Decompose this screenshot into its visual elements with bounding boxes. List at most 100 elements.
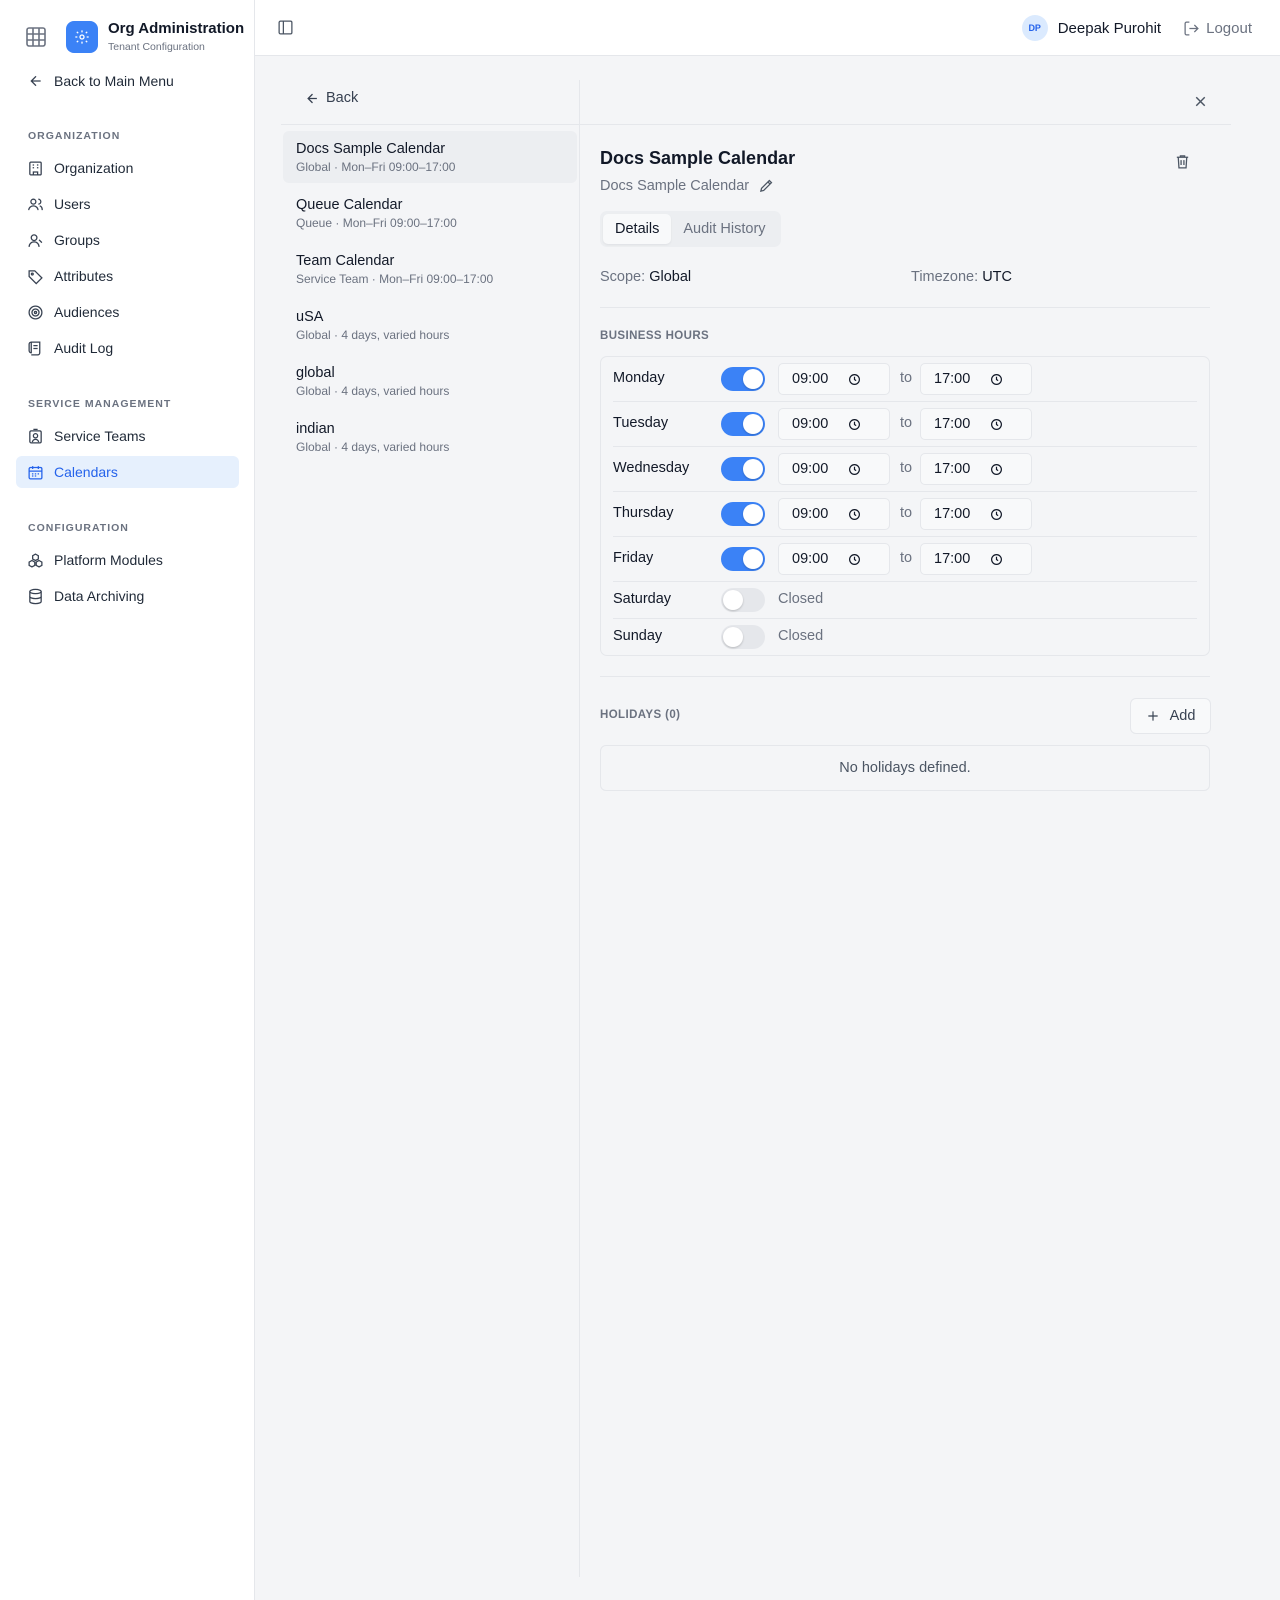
clock-icon xyxy=(991,419,1002,430)
divider xyxy=(600,307,1210,308)
clock-icon xyxy=(849,419,860,430)
sidebar-item-attributes[interactable]: Attributes xyxy=(16,260,239,292)
day-label: Tuesday xyxy=(613,415,669,431)
day-label: Wednesday xyxy=(613,460,690,476)
calendar-subtitle: Docs Sample Calendar xyxy=(600,177,775,194)
detail-tabs: Details Audit History xyxy=(600,211,781,247)
back-label: Back xyxy=(326,90,359,106)
calendar-title: Docs Sample Calendar xyxy=(600,148,796,168)
clock-icon xyxy=(991,509,1002,520)
clock-icon xyxy=(991,554,1002,565)
back-button[interactable]: Back xyxy=(305,90,358,106)
sidebar-item-audiences[interactable]: Audiences xyxy=(16,296,239,328)
end-time-value: 17:00 xyxy=(934,461,971,477)
start-time-input[interactable]: 09:00 xyxy=(778,498,890,530)
sidebar-item-label: Calendars xyxy=(54,464,118,480)
calendar-detail-column: Docs Sample Calendar Docs Sample Calenda… xyxy=(580,80,1231,1577)
sidebar-item-groups[interactable]: Groups xyxy=(16,224,239,256)
toggle-knob xyxy=(743,369,763,389)
add-holiday-button[interactable]: Add xyxy=(1130,698,1211,734)
sidebar-item-label: Organization xyxy=(54,160,134,176)
close-icon[interactable] xyxy=(1192,93,1209,110)
calendar-meta: Queue · Mon–Fri 09:00–17:00 xyxy=(296,216,457,230)
calendar-list-item[interactable]: Docs Sample Calendar Global · Mon–Fri 09… xyxy=(283,131,577,183)
scope-field: Scope: Global xyxy=(600,269,691,285)
sidebar-item-service-teams[interactable]: Service Teams xyxy=(16,420,239,452)
hours-row-tuesday: Tuesday 09:00 to 17:00 xyxy=(601,408,1209,440)
brand-subtitle: Tenant Configuration xyxy=(108,41,205,53)
calendar-list-item[interactable]: uSA Global · 4 days, varied hours xyxy=(283,299,577,351)
calendar-name: Queue Calendar xyxy=(296,197,403,213)
end-time-value: 17:00 xyxy=(934,551,971,567)
clock-icon xyxy=(849,554,860,565)
tab-details[interactable]: Details xyxy=(603,214,672,244)
start-time-value: 09:00 xyxy=(792,461,829,477)
clock-icon xyxy=(849,464,860,475)
sidebar-item-organization[interactable]: Organization xyxy=(16,152,239,184)
toggle-knob xyxy=(723,590,743,610)
calendar-meta: Global · 4 days, varied hours xyxy=(296,384,450,398)
day-toggle[interactable] xyxy=(721,547,765,571)
back-to-main-menu-link[interactable]: Back to Main Menu xyxy=(28,73,174,89)
end-time-input[interactable]: 17:00 xyxy=(920,363,1032,395)
calendar-list-item[interactable]: Queue Calendar Queue · Mon–Fri 09:00–17:… xyxy=(283,187,577,239)
day-label: Friday xyxy=(613,550,654,566)
top-bar: DP Deepak Purohit Logout xyxy=(255,0,1280,56)
calendar-list: Docs Sample Calendar Global · Mon–Fri 09… xyxy=(283,131,577,467)
sidebar-item-label: Platform Modules xyxy=(54,552,163,568)
delete-calendar-button[interactable] xyxy=(1174,153,1191,170)
sidebar-item-users[interactable]: Users xyxy=(16,188,239,220)
apps-grid-icon[interactable] xyxy=(25,26,47,48)
calendar-name: Docs Sample Calendar xyxy=(296,141,446,157)
sidebar-item-label: Audiences xyxy=(54,304,120,320)
sidebar-toggle-icon[interactable] xyxy=(277,19,294,36)
sidebar-item-audit-log[interactable]: Audit Log xyxy=(16,332,239,364)
sidebar-item-data-archiving[interactable]: Data Archiving xyxy=(16,580,239,612)
divider xyxy=(281,124,580,125)
start-time-input[interactable]: 09:00 xyxy=(778,543,890,575)
target-icon xyxy=(28,304,43,320)
end-time-input[interactable]: 17:00 xyxy=(920,408,1032,440)
logout-button[interactable]: Logout xyxy=(1183,20,1252,37)
end-time-value: 17:00 xyxy=(934,371,971,387)
day-toggle[interactable] xyxy=(721,457,765,481)
divider xyxy=(600,676,1210,677)
end-time-input[interactable]: 17:00 xyxy=(920,543,1032,575)
start-time-input[interactable]: 09:00 xyxy=(778,408,890,440)
end-time-input[interactable]: 17:00 xyxy=(920,498,1032,530)
day-toggle[interactable] xyxy=(721,367,765,391)
toggle-knob xyxy=(723,627,743,647)
users-icon xyxy=(28,198,43,210)
business-hours-heading: BUSINESS HOURS xyxy=(600,330,710,342)
scroll-icon xyxy=(28,340,41,356)
calendar-list-item[interactable]: global Global · 4 days, varied hours xyxy=(283,355,577,407)
calendar-list-item[interactable]: Team Calendar Service Team · Mon–Fri 09:… xyxy=(283,243,577,295)
edit-pencil-icon[interactable] xyxy=(758,177,775,194)
end-time-input[interactable]: 17:00 xyxy=(920,453,1032,485)
calendar-meta: Global · Mon–Fri 09:00–17:00 xyxy=(296,160,456,174)
tab-audit-history[interactable]: Audit History xyxy=(671,214,777,244)
calendar-list-item[interactable]: indian Global · 4 days, varied hours xyxy=(283,411,577,463)
calendar-icon xyxy=(28,465,43,480)
sidebar-item-label: Groups xyxy=(54,232,100,248)
day-toggle[interactable] xyxy=(721,625,765,649)
nav-heading-service-management: SERVICE MANAGEMENT xyxy=(28,398,172,410)
to-label: to xyxy=(900,550,913,566)
database-icon xyxy=(29,588,42,604)
to-label: to xyxy=(900,415,913,431)
logout-icon xyxy=(1184,20,1199,36)
start-time-input[interactable]: 09:00 xyxy=(778,363,890,395)
divider xyxy=(580,124,1231,125)
sidebar-item-platform-modules[interactable]: Platform Modules xyxy=(16,544,239,576)
day-toggle[interactable] xyxy=(721,502,765,526)
hours-row-wednesday: Wednesday 09:00 to 17:00 xyxy=(601,453,1209,485)
end-time-value: 17:00 xyxy=(934,416,971,432)
day-toggle[interactable] xyxy=(721,412,765,436)
hours-row-thursday: Thursday 09:00 to 17:00 xyxy=(601,498,1209,530)
sidebar-item-calendars[interactable]: Calendars xyxy=(16,456,239,488)
start-time-input[interactable]: 09:00 xyxy=(778,453,890,485)
avatar[interactable]: DP xyxy=(1021,15,1048,41)
day-toggle[interactable] xyxy=(721,588,765,612)
modules-icon xyxy=(28,552,43,568)
calendar-name: uSA xyxy=(296,309,324,325)
